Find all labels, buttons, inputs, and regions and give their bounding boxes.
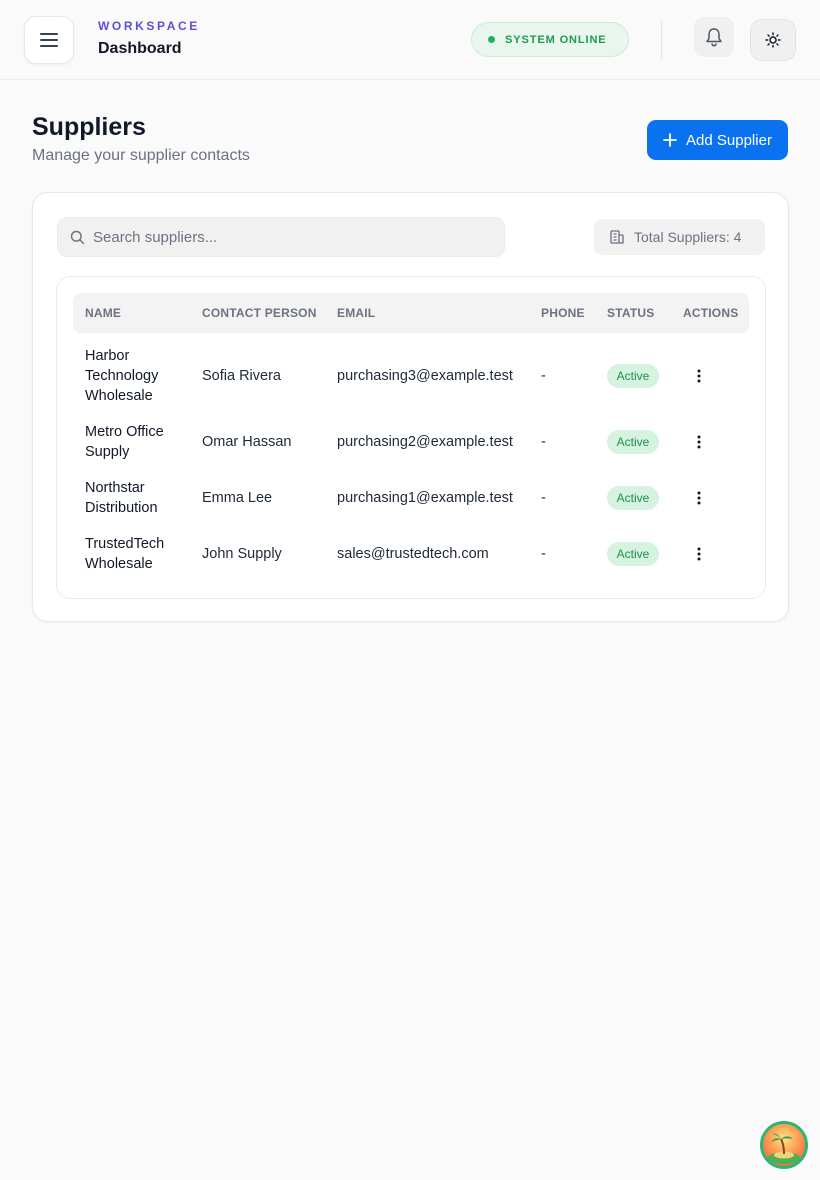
column-header-name: NAME bbox=[85, 306, 122, 320]
sun-icon bbox=[765, 32, 781, 48]
search-box[interactable] bbox=[57, 217, 505, 257]
supplier-email: purchasing1@example.test bbox=[337, 490, 513, 506]
row-actions-button[interactable] bbox=[685, 428, 713, 456]
add-supplier-button[interactable]: Add Supplier bbox=[647, 120, 788, 160]
menu-button[interactable] bbox=[24, 16, 74, 64]
more-vertical-icon bbox=[697, 369, 701, 383]
brand: WORKSPACE Dashboard bbox=[98, 19, 200, 58]
page-subtitle: Manage your supplier contacts bbox=[32, 147, 250, 164]
status-badge: Active bbox=[607, 364, 659, 388]
table-row: Northstar Distribution Emma Lee purchasi… bbox=[73, 477, 749, 521]
more-vertical-icon bbox=[697, 547, 701, 561]
supplier-name: Northstar Distribution bbox=[85, 480, 158, 516]
status-dot-icon bbox=[488, 36, 495, 43]
table-row: Harbor Technology Wholesale Sofia Rivera… bbox=[73, 345, 749, 409]
row-actions-button[interactable] bbox=[685, 540, 713, 568]
supplier-phone: - bbox=[541, 434, 546, 450]
notifications-button[interactable] bbox=[694, 17, 734, 57]
status-badge: Active bbox=[607, 542, 659, 566]
supplier-email: purchasing2@example.test bbox=[337, 434, 513, 450]
total-suppliers-badge: Total Suppliers: 4 bbox=[594, 219, 765, 255]
header-divider bbox=[661, 20, 662, 60]
supplier-phone: - bbox=[541, 546, 546, 562]
total-suppliers-text: Total Suppliers: 4 bbox=[634, 229, 742, 245]
bell-icon bbox=[706, 28, 722, 47]
more-vertical-icon bbox=[697, 491, 701, 505]
contact-person: Sofia Rivera bbox=[202, 368, 281, 384]
column-header-email: EMAIL bbox=[337, 306, 376, 320]
table-row: Metro Office Supply Omar Hassan purchasi… bbox=[73, 421, 749, 465]
supplier-phone: - bbox=[541, 490, 546, 506]
menu-icon bbox=[40, 33, 58, 47]
row-actions-button[interactable] bbox=[685, 484, 713, 512]
more-vertical-icon bbox=[697, 435, 701, 449]
supplier-email: purchasing3@example.test bbox=[337, 368, 513, 384]
column-header-status: STATUS bbox=[607, 306, 655, 320]
supplier-name: Metro Office Supply bbox=[85, 424, 164, 460]
suppliers-card: Total Suppliers: 4 NAME CONTACT PERSON E… bbox=[32, 192, 789, 622]
table-header: NAME CONTACT PERSON EMAIL PHONE STATUS A… bbox=[73, 293, 749, 333]
contact-person: John Supply bbox=[202, 546, 282, 562]
column-header-phone: PHONE bbox=[541, 306, 585, 320]
contact-person: Emma Lee bbox=[202, 490, 273, 506]
workspace-label: WORKSPACE bbox=[98, 19, 200, 33]
column-header-actions: ACTIONS bbox=[683, 306, 739, 320]
row-actions-button[interactable] bbox=[685, 362, 713, 390]
system-status-text: SYSTEM ONLINE bbox=[505, 33, 607, 46]
page-title: Suppliers bbox=[32, 113, 146, 141]
supplier-name: TrustedTech Wholesale bbox=[85, 536, 165, 572]
system-status-badge: SYSTEM ONLINE bbox=[471, 22, 629, 57]
supplier-email: sales@trustedtech.com bbox=[337, 546, 489, 562]
top-bar: WORKSPACE Dashboard SYSTEM ONLINE bbox=[0, 0, 820, 80]
island-icon bbox=[768, 1133, 800, 1164]
supplier-name: Harbor Technology Wholesale bbox=[85, 348, 159, 404]
column-header-contact: CONTACT PERSON bbox=[202, 306, 317, 320]
plus-icon bbox=[663, 133, 677, 147]
table-row: TrustedTech Wholesale John Supply sales@… bbox=[73, 533, 749, 577]
assistant-launcher-button[interactable] bbox=[760, 1121, 808, 1169]
suppliers-table: NAME CONTACT PERSON EMAIL PHONE STATUS A… bbox=[56, 276, 766, 599]
dashboard-title: Dashboard bbox=[98, 40, 182, 57]
building-icon bbox=[610, 230, 624, 244]
search-input[interactable] bbox=[93, 228, 493, 246]
add-supplier-label: Add Supplier bbox=[686, 131, 772, 149]
contact-person: Omar Hassan bbox=[202, 434, 292, 450]
search-icon bbox=[70, 230, 85, 244]
supplier-phone: - bbox=[541, 368, 546, 384]
status-badge: Active bbox=[607, 486, 659, 510]
status-badge: Active bbox=[607, 430, 659, 454]
theme-toggle-button[interactable] bbox=[750, 19, 796, 61]
